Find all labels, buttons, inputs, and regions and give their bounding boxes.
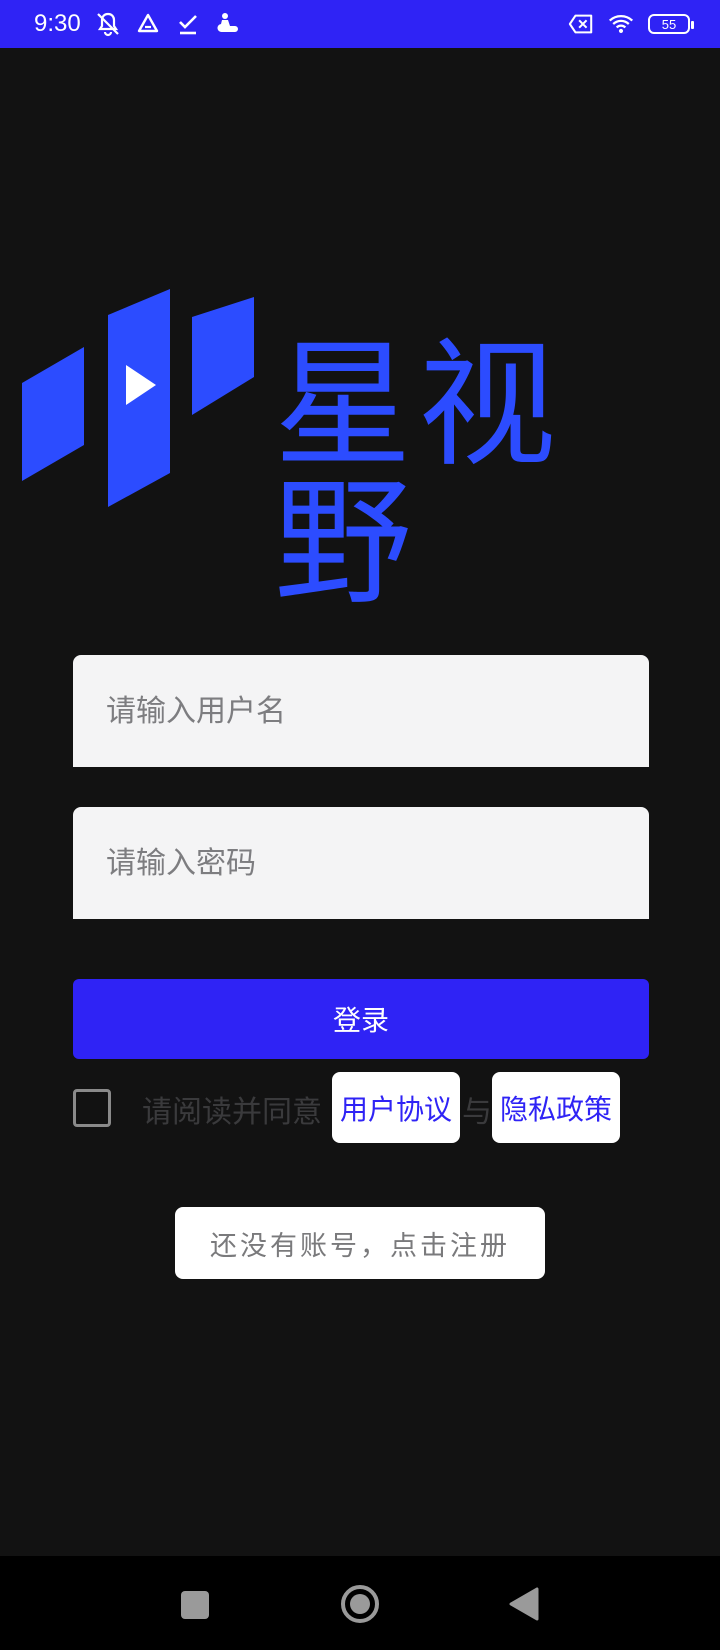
logo-text: 星视野	[274, 325, 563, 624]
recents-button[interactable]	[181, 1591, 209, 1619]
login-button[interactable]: 登录	[73, 979, 649, 1059]
status-left: 9:30	[34, 10, 241, 38]
logo-mark-icon	[22, 289, 254, 507]
user-agreement-link[interactable]: 用户协议	[332, 1072, 460, 1143]
agreement-prefix-text: 请阅读并同意	[142, 1095, 322, 1130]
app-logo: 星视野	[22, 285, 702, 613]
muted-bell-icon	[95, 11, 121, 37]
battery-icon: 55	[648, 14, 694, 34]
drive-icon	[135, 11, 161, 37]
agreement-conjunction-text: 与	[462, 1095, 492, 1130]
no-sim-icon	[568, 11, 594, 37]
status-bar: 9:30 55	[0, 0, 720, 48]
check-icon	[175, 11, 201, 37]
navigation-bar	[0, 1556, 720, 1650]
home-button[interactable]	[341, 1585, 379, 1623]
back-icon[interactable]	[509, 1587, 539, 1621]
username-input[interactable]	[73, 655, 649, 767]
pet-icon	[215, 11, 241, 37]
register-button[interactable]: 还没有账号，点击注册	[175, 1207, 545, 1279]
status-right: 55	[568, 11, 694, 37]
agreement-checkbox[interactable]	[73, 1089, 111, 1127]
password-input[interactable]	[73, 807, 649, 919]
status-time: 9:30	[34, 10, 81, 37]
wifi-icon	[608, 11, 634, 37]
privacy-policy-link[interactable]: 隐私政策	[492, 1072, 620, 1143]
